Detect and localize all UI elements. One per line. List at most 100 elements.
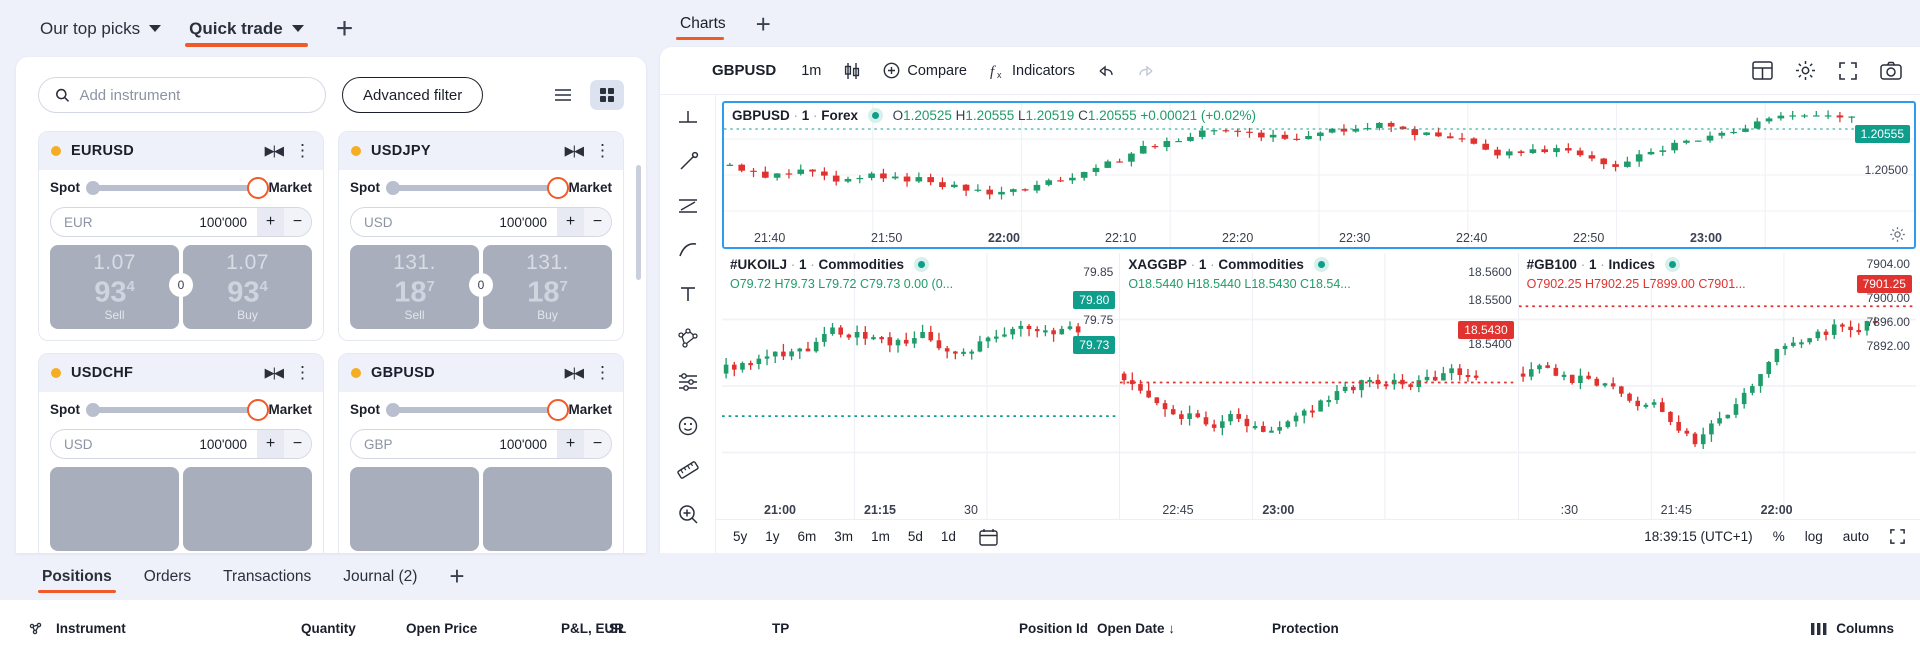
timeframe-6m[interactable]: 6m <box>789 529 826 544</box>
quantity-decrease-button[interactable]: − <box>284 208 311 236</box>
quantity-value[interactable]: 100'000 <box>499 215 557 230</box>
chart-settings-gear-icon[interactable] <box>1889 226 1906 243</box>
advanced-filter-button[interactable]: Advanced filter <box>342 77 484 113</box>
more-options-icon[interactable]: ⋮ <box>294 142 311 159</box>
emoji-icon[interactable] <box>671 411 705 441</box>
sub-chart-xaggbp[interactable]: XAGGBP · 1 · Commodities O18.5440 H18.54… <box>1120 253 1519 519</box>
column-pnl[interactable]: P&L, EUR <box>561 621 624 636</box>
columns-button[interactable]: Columns <box>1811 621 1920 636</box>
tab-orders[interactable]: Orders <box>128 553 207 600</box>
column-quantity[interactable]: Quantity <box>301 621 406 636</box>
brush-icon[interactable] <box>671 235 705 265</box>
gear-icon[interactable] <box>1795 60 1816 81</box>
undo-icon[interactable] <box>1086 64 1126 78</box>
tab-our-top-picks[interactable]: Our top picks <box>26 0 175 57</box>
auto-scale-button[interactable]: auto <box>1843 529 1869 544</box>
percent-scale-button[interactable]: % <box>1773 529 1785 544</box>
timeframe-5y[interactable]: 5y <box>724 529 756 544</box>
search-input[interactable] <box>79 86 309 104</box>
timeframe-1m[interactable]: 1m <box>862 529 899 544</box>
sell-button[interactable]: 1.07 934 Sell <box>50 245 179 329</box>
quantity-increase-button[interactable]: + <box>257 430 284 458</box>
instrument-card-usdjpy[interactable]: USDJPY ▶|◀ ⋮ Spot Market USD 100'000 + −… <box>338 131 624 341</box>
spot-market-slider[interactable] <box>386 398 570 421</box>
forecast-icon[interactable] <box>671 367 705 397</box>
candlestick-icon[interactable] <box>832 62 872 80</box>
tab-transactions[interactable]: Transactions <box>207 553 327 600</box>
layout-grid-icon[interactable] <box>1752 61 1773 80</box>
camera-icon[interactable] <box>1880 61 1902 80</box>
timeframe-1y[interactable]: 1y <box>756 529 788 544</box>
quantity-decrease-button[interactable]: − <box>584 430 611 458</box>
main-chart[interactable]: GBPUSD · 1 · Forex O1.20525 H1.20555 L1.… <box>722 101 1916 249</box>
quantity-value[interactable]: 100'000 <box>199 437 257 452</box>
column-sl[interactable]: SL <box>609 621 772 636</box>
sell-button[interactable] <box>50 467 179 551</box>
more-options-icon[interactable]: ⋮ <box>594 364 611 381</box>
quantity-stepper[interactable]: GBP 100'000 + − <box>350 429 612 459</box>
sort-icon[interactable] <box>28 622 56 635</box>
compare-button[interactable]: Compare <box>872 62 978 79</box>
quantity-stepper[interactable]: USD 100'000 + − <box>350 207 612 237</box>
trendline-icon[interactable] <box>671 147 705 177</box>
column-position-id[interactable]: Position Id <box>1019 621 1097 636</box>
collapse-expand-icon[interactable]: ▶|◀ <box>265 365 284 381</box>
timeframe-1d[interactable]: 1d <box>932 529 965 544</box>
log-scale-button[interactable]: log <box>1805 529 1823 544</box>
more-options-icon[interactable]: ⋮ <box>294 364 311 381</box>
spot-market-slider[interactable] <box>386 176 570 199</box>
buy-button[interactable] <box>483 467 612 551</box>
pattern-icon[interactable] <box>671 323 705 353</box>
left-panel-scrollbar[interactable] <box>636 165 641 280</box>
sell-button[interactable]: 131. 187 Sell <box>350 245 479 329</box>
timeframe-3m[interactable]: 3m <box>825 529 862 544</box>
indicators-button[interactable]: fx Indicators <box>978 62 1086 80</box>
sell-button[interactable] <box>350 467 479 551</box>
crosshair-icon[interactable] <box>671 103 705 133</box>
chart-symbol-selector[interactable]: GBPUSD <box>668 62 790 79</box>
calendar-icon[interactable] <box>979 528 998 546</box>
column-open-price[interactable]: Open Price <box>406 621 561 636</box>
text-icon[interactable] <box>671 279 705 309</box>
tab-positions[interactable]: Positions <box>26 553 128 600</box>
grid-view-icon[interactable] <box>590 80 624 110</box>
tab-journal[interactable]: Journal (2) <box>327 553 433 600</box>
spot-market-slider[interactable] <box>86 398 270 421</box>
quantity-increase-button[interactable]: + <box>557 208 584 236</box>
instrument-card-usdchf[interactable]: USDCHF ▶|◀ ⋮ Spot Market USD 100'000 + − <box>38 353 324 553</box>
add-tab-button[interactable]: + <box>318 13 372 44</box>
quantity-stepper[interactable]: EUR 100'000 + − <box>50 207 312 237</box>
add-chart-tab-button[interactable]: + <box>738 11 789 37</box>
instrument-card-gbpusd[interactable]: GBPUSD ▶|◀ ⋮ Spot Market GBP 100'000 + − <box>338 353 624 553</box>
buy-button[interactable] <box>183 467 312 551</box>
sub-chart-gb100[interactable]: #GB100 · 1 · Indices O7902.25 H7902.25 L… <box>1518 253 1916 519</box>
tab-charts[interactable]: Charts <box>668 0 738 47</box>
collapse-expand-icon[interactable]: ▶|◀ <box>565 365 584 381</box>
fullscreen-icon[interactable] <box>1838 61 1858 81</box>
search-box[interactable] <box>38 77 326 113</box>
more-options-icon[interactable]: ⋮ <box>594 142 611 159</box>
quantity-value[interactable]: 100'000 <box>199 215 257 230</box>
quantity-increase-button[interactable]: + <box>557 430 584 458</box>
collapse-expand-icon[interactable]: ▶|◀ <box>565 143 584 159</box>
timeframe-5d[interactable]: 5d <box>899 529 932 544</box>
zoom-in-icon[interactable] <box>671 499 705 529</box>
list-view-icon[interactable] <box>546 80 580 110</box>
column-instrument[interactable]: Instrument <box>56 621 301 636</box>
column-protection[interactable]: Protection <box>1272 621 1339 636</box>
quantity-stepper[interactable]: USD 100'000 + − <box>50 429 312 459</box>
expand-icon[interactable] <box>1889 528 1906 545</box>
quantity-decrease-button[interactable]: − <box>284 430 311 458</box>
collapse-expand-icon[interactable]: ▶|◀ <box>265 143 284 159</box>
chart-interval-selector[interactable]: 1m <box>790 63 832 79</box>
add-bottom-tab-button[interactable]: + <box>433 561 480 592</box>
instrument-card-eurusd[interactable]: EURUSD ▶|◀ ⋮ Spot Market EUR 100'000 + −… <box>38 131 324 341</box>
column-tp[interactable]: TP <box>772 621 1019 636</box>
redo-icon[interactable] <box>1126 64 1166 78</box>
column-open-date[interactable]: Open Date ↓ <box>1097 621 1272 636</box>
quantity-increase-button[interactable]: + <box>257 208 284 236</box>
buy-button[interactable]: 131. 187 Buy <box>483 245 612 329</box>
sub-chart-ukoilj[interactable]: #UKOILJ · 1 · Commodities O79.72 H79.73 … <box>722 253 1121 519</box>
fib-icon[interactable] <box>671 191 705 221</box>
spot-market-slider[interactable] <box>86 176 270 199</box>
